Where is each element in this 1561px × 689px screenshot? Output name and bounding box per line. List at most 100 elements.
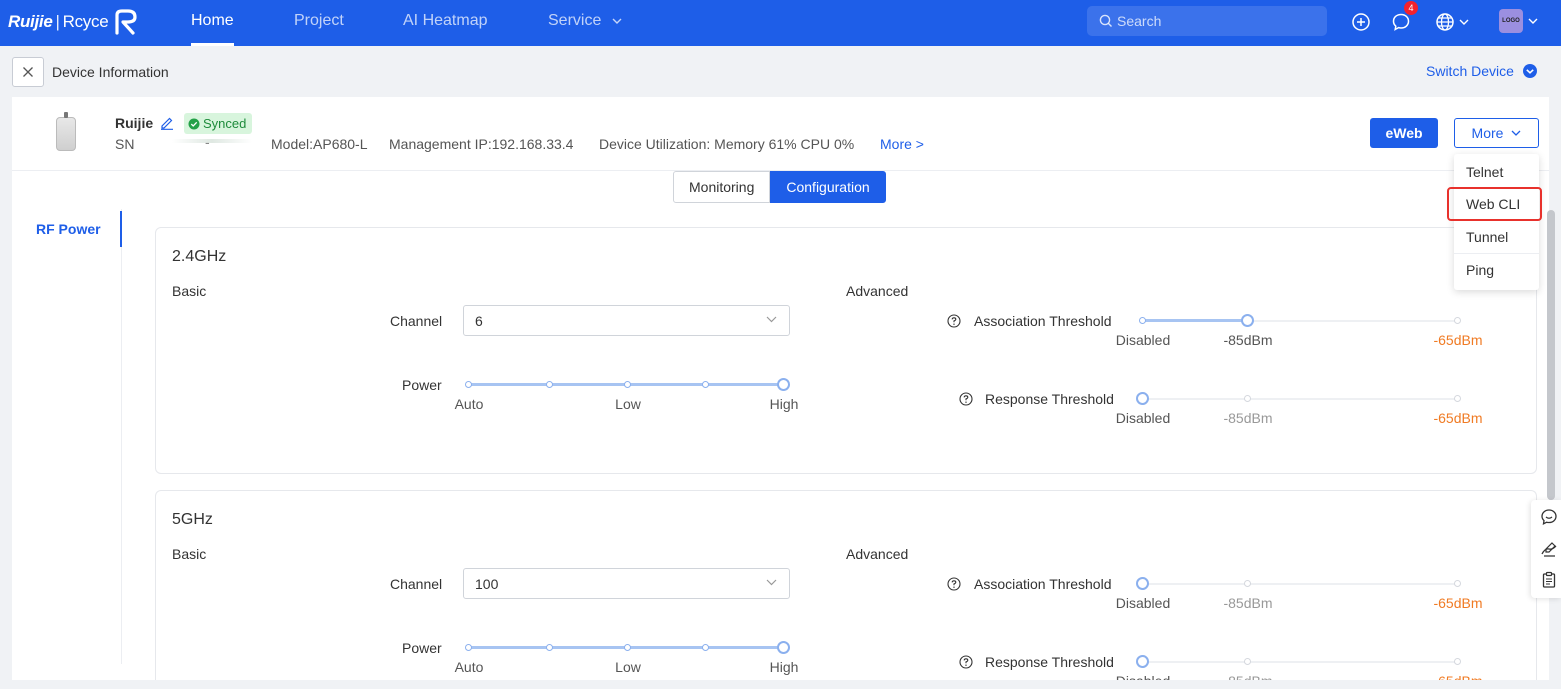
power-mark-low: Low [615,659,641,675]
device-header: Ruijie Synced SN - Model:AP680-L Managem… [12,97,1549,171]
channel-label: Channel [390,576,443,592]
association-threshold-label: Association Threshold [974,576,1112,592]
nav-ai-heatmap[interactable]: AI Heatmap [403,0,487,46]
association-mark-65: -65dBm [1433,595,1483,611]
sn-value: - [205,134,210,150]
association-slider-rail[interactable] [1143,583,1458,585]
power-slider-handle[interactable] [777,378,790,391]
close-button[interactable] [12,57,44,87]
power-step-dot[interactable] [624,644,631,651]
power-step-dot[interactable] [465,381,472,388]
response-slider-rail[interactable] [1143,398,1458,400]
menu-divider [1454,253,1539,254]
status-badge: Synced [184,113,253,134]
power-step-dot[interactable] [702,381,709,388]
channel-value: 6 [475,312,483,329]
basic-section-label: Basic [172,546,207,562]
response-slider-rail[interactable] [1143,661,1458,663]
association-slider-handle[interactable] [1136,577,1149,590]
more-dropdown-button[interactable]: More [1454,118,1539,148]
device-name: Ruijie [115,115,154,131]
help-icon[interactable] [959,655,973,669]
power-step-dot[interactable] [624,381,631,388]
association-mark-65: -65dBm [1433,332,1483,348]
more-info-link[interactable]: More > [880,136,924,152]
menu-item-ping[interactable]: Ping [1466,262,1494,278]
advanced-section-label: Advanced [846,283,909,299]
nav-service-label: Service [548,12,602,29]
association-step-dot[interactable] [1139,317,1146,324]
help-icon[interactable] [947,577,961,591]
language-icon[interactable] [1434,11,1470,33]
power-label: Power [402,377,442,393]
power-mark-auto: Auto [454,659,484,675]
power-step-dot[interactable] [546,644,553,651]
association-slider-handle[interactable] [1241,314,1254,327]
scrollbar-thumb[interactable] [1547,210,1555,500]
response-mark-85: -85dBm [1223,410,1273,426]
sidebar-item-rf-power[interactable]: RF Power [36,221,101,237]
power-mark-auto: Auto [454,396,484,412]
response-threshold-label: Response Threshold [985,391,1114,407]
response-slider-handle[interactable] [1136,655,1149,668]
sn-redacted [172,139,252,143]
power-step-dot[interactable] [702,644,709,651]
switch-device-button[interactable]: Switch Device [1426,63,1538,79]
association-step-dot[interactable] [1244,580,1251,587]
page-subheader: Device Information Switch Device [0,46,1561,96]
menu-item-tunnel[interactable]: Tunnel [1466,229,1508,245]
edit-icon[interactable] [160,116,174,130]
chevron-down-icon [766,316,777,323]
chevron-down-icon[interactable] [1528,18,1538,25]
search-icon [1099,14,1112,27]
ruijie-logo[interactable]: Ruijie | Rcyce [8,8,138,36]
nav-home[interactable]: Home [191,0,234,46]
tab-monitoring[interactable]: Monitoring [673,171,771,203]
chevron-circle-down-icon [1522,64,1537,78]
access-point-image [56,112,76,151]
response-step-dot[interactable] [1244,658,1251,665]
add-icon[interactable] [1350,11,1372,33]
band-panel-5ghz: 5GHz Basic Advanced Channel 100 Power Au… [155,490,1537,689]
nav-service[interactable]: Service [548,0,622,46]
device-model: Model:AP680-L [271,136,368,152]
floating-toolbar [1531,500,1561,598]
highlight-box [1447,187,1542,221]
tab-configuration[interactable]: Configuration [770,171,886,203]
channel-select[interactable]: 6 [463,305,790,336]
response-step-dot[interactable] [1244,395,1251,402]
more-dropdown-menu: Telnet Web CLI Tunnel Ping [1454,154,1539,290]
response-step-dot[interactable] [1454,395,1461,402]
chat-support-icon[interactable] [1540,508,1558,526]
help-icon[interactable] [947,314,961,328]
channel-select[interactable]: 100 [463,568,790,599]
chevron-down-icon [766,579,777,586]
feedback-icon[interactable] [1540,540,1558,558]
logo-mark-icon [115,9,137,35]
eweb-button[interactable]: eWeb [1370,118,1438,148]
close-icon [23,67,33,77]
association-mark-disabled: Disabled [1115,595,1171,611]
power-slider-handle[interactable] [777,641,790,654]
side-navigation: RF Power [12,209,122,664]
power-mark-low: Low [615,396,641,412]
association-threshold-label: Association Threshold [974,313,1112,329]
association-step-dot[interactable] [1454,317,1461,324]
help-icon[interactable] [959,392,973,406]
logo-separator: | [55,12,60,31]
search-input[interactable]: Search [1087,6,1327,36]
response-step-dot[interactable] [1454,658,1461,665]
power-step-dot[interactable] [465,644,472,651]
response-slider-handle[interactable] [1136,392,1149,405]
nav-project[interactable]: Project [294,0,344,46]
clipboard-icon[interactable] [1540,571,1558,589]
response-mark-disabled: Disabled [1115,410,1171,426]
association-slider-track[interactable] [1143,319,1248,322]
band-panel-2-4ghz: 2.4GHz Basic Advanced Channel 6 Power Au… [155,227,1537,474]
power-mark-high: High [769,659,799,675]
association-step-dot[interactable] [1454,580,1461,587]
avatar[interactable]: LOGO [1499,9,1523,33]
power-step-dot[interactable] [546,381,553,388]
menu-item-telnet[interactable]: Telnet [1466,164,1503,180]
basic-section-label: Basic [172,283,207,299]
